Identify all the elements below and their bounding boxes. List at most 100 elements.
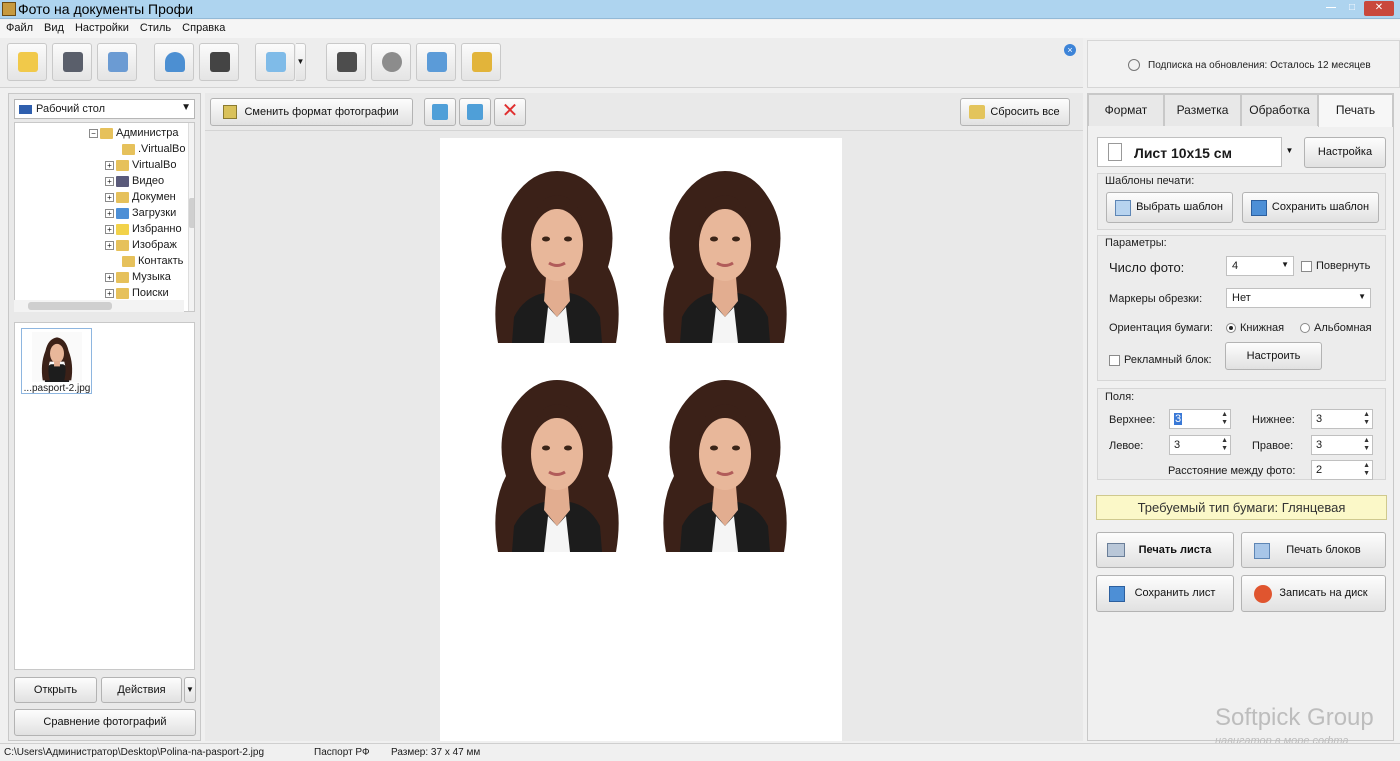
- video-film-icon: [382, 52, 402, 72]
- photo-spacing-spinner[interactable]: 2 ▲ ▼: [1311, 460, 1373, 480]
- compare-photos-button[interactable]: Сравнение фотографий: [14, 709, 196, 736]
- close-toolbar-icon[interactable]: ×: [1064, 44, 1076, 56]
- top-margin-spinner[interactable]: 3 ▲ ▼: [1169, 409, 1231, 429]
- thumbnail-caption: ...pasport-2.jpg: [23, 383, 91, 394]
- bottom-margin-spinner[interactable]: 3 ▲ ▼: [1311, 409, 1373, 429]
- orientation-portrait-radio[interactable]: Книжная: [1226, 322, 1284, 334]
- right-margin-label: Правое:: [1252, 440, 1294, 452]
- save-sheet-button[interactable]: Сохранить лист: [1096, 575, 1234, 612]
- image-edit-dropdown[interactable]: ▼: [296, 43, 306, 81]
- video-button[interactable]: [371, 43, 411, 81]
- image-edit-icon: [266, 52, 286, 72]
- tree-item[interactable]: + Загрузки: [105, 207, 176, 223]
- folder-icon: [100, 127, 113, 139]
- home-button[interactable]: [416, 43, 456, 81]
- tab-print[interactable]: Печать: [1318, 94, 1393, 127]
- ad-configure-button[interactable]: Настроить: [1225, 342, 1322, 370]
- menu-view[interactable]: Вид: [38, 20, 69, 34]
- tree-item[interactable]: − Администра: [89, 127, 178, 143]
- sheet-size-dropdown[interactable]: ▼: [1284, 137, 1295, 167]
- printer-icon: [1107, 543, 1125, 557]
- downloads-icon: [116, 207, 129, 219]
- main-toolbar: ▼: [0, 38, 1083, 88]
- desktop-icon: [19, 105, 32, 114]
- passport-photo[interactable]: [484, 366, 630, 552]
- settings-panel: Формат Разметка Обработка Печать Лист 10…: [1087, 93, 1394, 741]
- spinner-arrows-icon: ▲ ▼: [1363, 411, 1370, 426]
- tree-item[interactable]: + VirtualBo: [105, 159, 176, 175]
- tree-vertical-scrollbar[interactable]: [188, 123, 194, 311]
- save-template-button[interactable]: Сохранить шаблон: [1242, 192, 1379, 223]
- crop-markers-select[interactable]: Нет ▼: [1226, 288, 1371, 308]
- right-margin-spinner[interactable]: 3 ▲ ▼: [1311, 435, 1373, 455]
- print-blocks-button[interactable]: Печать блоков: [1241, 532, 1386, 568]
- folder-tree[interactable]: − Администра .VirtualBo + VirtualBo + Видео…: [14, 122, 195, 312]
- status-bar: C:\Users\Администратор\Desktop\Polina-na…: [0, 743, 1400, 761]
- top-margin-label: Верхнее:: [1109, 414, 1156, 426]
- file-explorer-panel: Рабочий стол ▼ − Администра .VirtualBo + V…: [8, 93, 201, 741]
- orientation-landscape-radio[interactable]: Альбомная: [1300, 322, 1372, 334]
- burn-disc-button[interactable]: Записать на диск: [1241, 575, 1386, 612]
- passport-photo[interactable]: [484, 157, 630, 343]
- image-edit-button[interactable]: [255, 43, 295, 81]
- tree-item[interactable]: + Изображ: [105, 239, 177, 255]
- open-folder-button[interactable]: [7, 43, 47, 81]
- photo-spacing-label: Расстояние между фото:: [1168, 465, 1296, 477]
- thumbnail-area: ...pasport-2.jpg: [14, 322, 195, 670]
- save-icon: [63, 52, 83, 72]
- change-format-button[interactable]: Сменить формат фотографии: [210, 98, 413, 126]
- rotate-left-button[interactable]: [424, 98, 456, 126]
- help-book-button[interactable]: [326, 43, 366, 81]
- tree-item[interactable]: .VirtualBo: [122, 143, 186, 159]
- maximize-button[interactable]: □: [1343, 1, 1361, 16]
- tree-horizontal-scrollbar[interactable]: [14, 300, 184, 312]
- actions-dropdown[interactable]: ▼: [184, 677, 196, 703]
- app-icon: [2, 2, 16, 16]
- menu-settings[interactable]: Настройки: [69, 20, 134, 34]
- rotate-right-button[interactable]: [459, 98, 491, 126]
- favorites-icon: [116, 223, 129, 235]
- save-button[interactable]: [52, 43, 92, 81]
- menu-help[interactable]: Справка: [176, 20, 230, 34]
- chevron-down-icon: ▼: [181, 102, 191, 113]
- close-button[interactable]: ✕: [1364, 1, 1394, 16]
- sheet-size-select[interactable]: Лист 10x15 см: [1097, 137, 1282, 167]
- left-margin-spinner[interactable]: 3 ▲ ▼: [1169, 435, 1231, 455]
- menu-file[interactable]: Файл: [0, 20, 38, 34]
- tab-format[interactable]: Формат: [1088, 94, 1164, 126]
- camera-icon: [210, 52, 230, 72]
- print-button[interactable]: [97, 43, 137, 81]
- open-button[interactable]: Открыть: [14, 677, 97, 703]
- passport-photo[interactable]: [652, 366, 798, 552]
- tree-item[interactable]: + Видео: [105, 175, 164, 191]
- tree-item[interactable]: + Музыка: [105, 271, 171, 287]
- camera-button[interactable]: [199, 43, 239, 81]
- person-button[interactable]: [154, 43, 194, 81]
- delete-button[interactable]: ✕: [494, 98, 526, 126]
- tab-layout[interactable]: Разметка: [1164, 94, 1241, 126]
- tree-item[interactable]: + Докумен: [105, 191, 176, 207]
- tab-processing[interactable]: Обработка: [1241, 94, 1318, 126]
- cart-button[interactable]: [461, 43, 501, 81]
- print-sheet-preview: [440, 138, 842, 741]
- tree-item[interactable]: Контакть: [122, 255, 183, 271]
- sheet-settings-button[interactable]: Настройка: [1304, 137, 1386, 168]
- ad-block-checkbox[interactable]: Рекламный блок:: [1109, 354, 1212, 366]
- passport-photo[interactable]: [652, 157, 798, 343]
- reset-all-button[interactable]: Сбросить все: [960, 98, 1070, 126]
- tree-item[interactable]: + Избранно: [105, 223, 182, 239]
- settings-tabs: Формат Разметка Обработка Печать: [1088, 94, 1393, 127]
- print-sheet-button[interactable]: Печать листа: [1096, 532, 1234, 568]
- image-thumbnail[interactable]: ...pasport-2.jpg: [21, 328, 92, 394]
- photo-count-select[interactable]: 4 ▼: [1226, 256, 1294, 276]
- location-dropdown[interactable]: Рабочий стол ▼: [14, 99, 195, 119]
- actions-button[interactable]: Действия: [101, 677, 182, 703]
- print-blocks-icon: [1254, 543, 1270, 559]
- menu-style[interactable]: Стиль: [134, 20, 176, 34]
- margins-group: Поля: Верхнее: 3 ▲ ▼ Нижнее: 3 ▲ ▼ Левое: 3 ▲…: [1097, 388, 1386, 480]
- folder-icon: [116, 239, 129, 251]
- rotate-checkbox[interactable]: Повернуть: [1301, 260, 1370, 272]
- minimize-button[interactable]: —: [1322, 1, 1340, 16]
- choose-template-button[interactable]: Выбрать шаблон: [1106, 192, 1233, 223]
- paper-type-notice: Требуемый тип бумаги: Глянцевая: [1096, 495, 1387, 520]
